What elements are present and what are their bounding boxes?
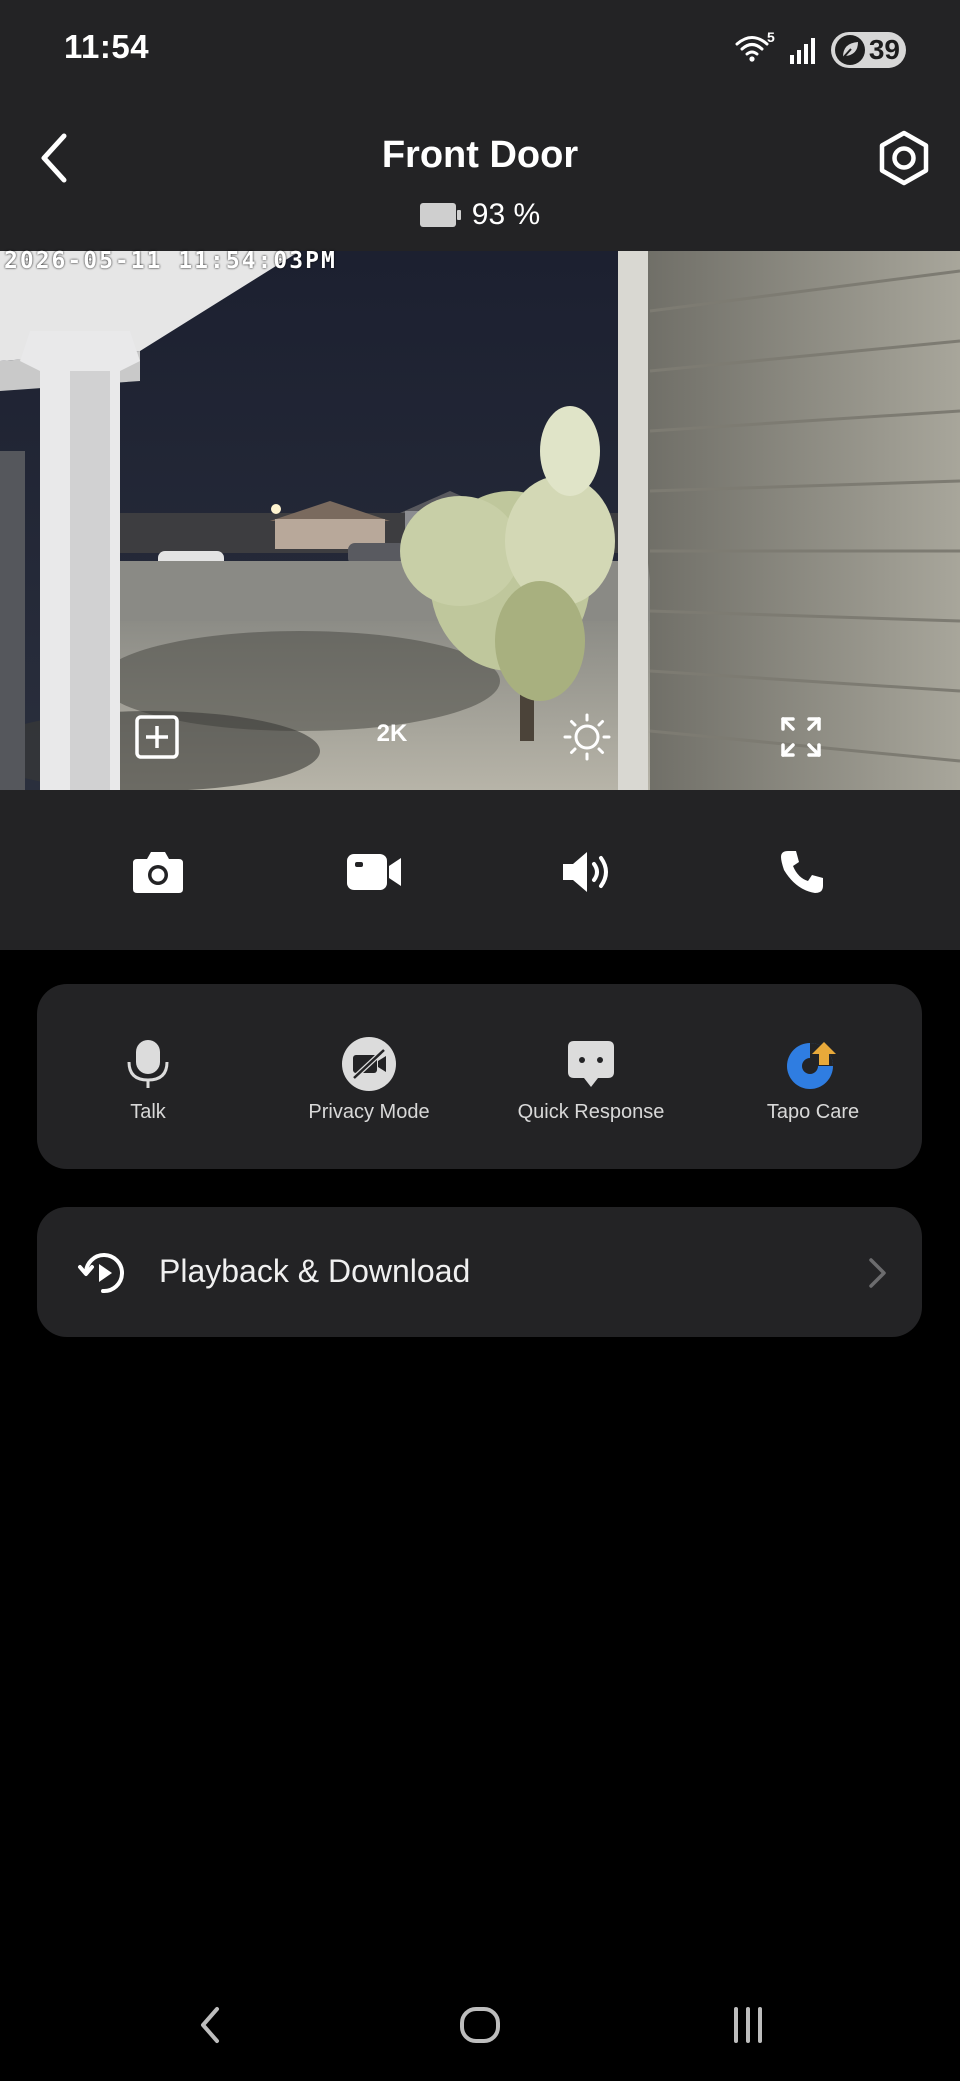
- nav-recents-icon: [734, 2007, 762, 2043]
- fullscreen-icon: [781, 717, 821, 757]
- brightness-icon: [563, 713, 611, 761]
- hex-nut-settings-icon: [879, 130, 929, 186]
- speaker-icon: [563, 852, 608, 892]
- tapo-care-button[interactable]: Tapo Care: [703, 984, 923, 1169]
- add-view-button[interactable]: [132, 712, 182, 762]
- wifi-icon: 5: [735, 29, 775, 67]
- snapshot-button[interactable]: [128, 844, 188, 900]
- nav-home-button[interactable]: [450, 1998, 510, 2052]
- tapo-care-icon: [787, 1042, 836, 1089]
- quick-response-label: Quick Response: [517, 1101, 665, 1123]
- record-button[interactable]: [344, 844, 404, 900]
- privacy-mode-icon: [342, 1037, 396, 1091]
- playback-history-icon: [78, 1253, 124, 1294]
- phone-icon: [781, 851, 823, 893]
- leaf-icon: [834, 35, 865, 65]
- call-button[interactable]: [772, 844, 832, 900]
- nav-recents-button[interactable]: [718, 1998, 778, 2052]
- speaker-button[interactable]: [557, 844, 617, 900]
- add-view-icon: [135, 715, 179, 759]
- status-time: 11:54: [64, 28, 150, 65]
- nav-home-icon: [460, 2007, 500, 2043]
- privacy-mode-label: Privacy Mode: [308, 1101, 430, 1123]
- status-icons: 5 39: [735, 29, 906, 70]
- battery-saver-icon: 39: [830, 32, 906, 68]
- talk-button[interactable]: Talk: [38, 984, 258, 1169]
- quick-response-icon: [568, 1041, 614, 1087]
- battery-level: 39: [868, 34, 900, 65]
- privacy-mode-button[interactable]: Privacy Mode: [259, 984, 479, 1169]
- camera-scene-image: [0, 251, 960, 790]
- chevron-right-icon: [869, 1258, 886, 1288]
- video-record-icon: [347, 854, 401, 890]
- microphone-icon: [127, 1040, 169, 1088]
- tapo-care-label: Tapo Care: [766, 1101, 860, 1123]
- resolution-toggle[interactable]: 2K: [352, 720, 432, 748]
- playback-download-row[interactable]: Playback & Download: [37, 1207, 922, 1337]
- nav-back-icon: [201, 2007, 219, 2043]
- talk-label: Talk: [130, 1101, 166, 1123]
- quick-response-button[interactable]: Quick Response: [481, 984, 701, 1169]
- battery-icon: [419, 203, 461, 227]
- page-title: Front Door: [381, 134, 579, 176]
- nav-back-button[interactable]: [180, 1998, 240, 2052]
- fullscreen-button[interactable]: [776, 712, 826, 762]
- playback-download-label: Playback & Download: [159, 1253, 471, 1289]
- wifi-badge: 5: [767, 29, 775, 45]
- live-video-feed[interactable]: [0, 251, 960, 790]
- video-timestamp: 2026-05-11 11:54:03PM: [4, 248, 337, 274]
- battery-percent: 93 %: [471, 198, 541, 231]
- device-battery: 93 %: [0, 198, 960, 232]
- signal-icon: [789, 35, 817, 65]
- brightness-button[interactable]: [562, 712, 612, 762]
- settings-button[interactable]: [874, 128, 934, 188]
- quick-actions-card: Talk Privacy Mode Quick Response Tapo Ca…: [37, 984, 922, 1169]
- camera-icon: [133, 852, 183, 893]
